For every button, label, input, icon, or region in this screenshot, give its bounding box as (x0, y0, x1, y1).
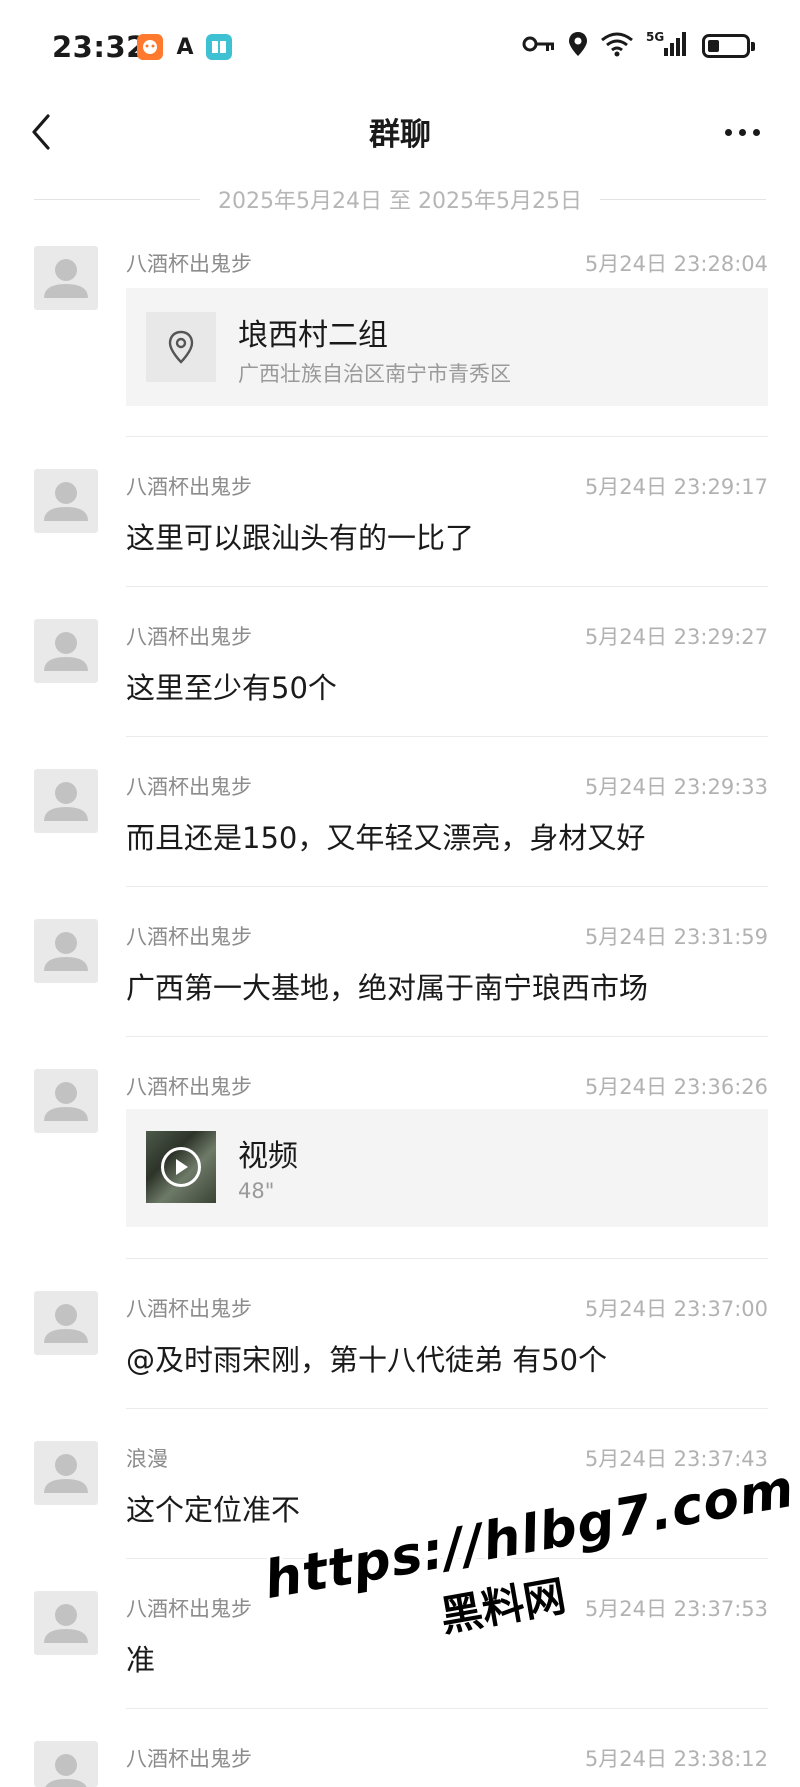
watermark: https://hlbg7.com 黑料网 (260, 1459, 799, 1673)
avatar[interactable] (34, 1069, 98, 1133)
message-time: 5月24日 23:38:12 (584, 1747, 768, 1771)
divider (126, 1258, 768, 1259)
video-thumbnail[interactable] (146, 1131, 216, 1203)
sender-name: 八酒杯出鬼步 (126, 925, 252, 949)
more-dots-icon (724, 128, 760, 136)
avatar[interactable] (34, 919, 98, 983)
video-duration: 48" (238, 1179, 275, 1203)
taobao-icon (137, 34, 163, 60)
location-icon (568, 31, 588, 61)
default-user-icon (45, 1754, 87, 1787)
sender-name: 浪漫 (126, 1447, 168, 1471)
avatar[interactable] (34, 1441, 98, 1505)
message-time: 5月24日 23:37:00 (584, 1297, 768, 1321)
date-range-label: 2025年5月24日 至 2025年5月25日 (218, 189, 582, 214)
network-label: 5G (646, 30, 664, 44)
divider (126, 586, 768, 587)
message-text: 这个定位准不 (126, 1493, 301, 1527)
default-user-icon (44, 782, 88, 821)
divider (126, 1036, 768, 1037)
wifi-icon (600, 31, 634, 61)
divider (34, 198, 201, 200)
status-bar: 23:32 A 5G (0, 0, 800, 96)
divider (126, 1408, 768, 1409)
location-card[interactable]: 埌西村二组 广西壮族自治区南宁市青秀区 (126, 288, 768, 406)
avatar[interactable] (34, 619, 98, 683)
message-text: 而且还是150，又年轻又漂亮，身材又好 (126, 821, 646, 855)
status-time: 23:32 (52, 30, 147, 64)
avatar[interactable] (34, 1291, 98, 1355)
divider (126, 436, 768, 437)
play-icon (161, 1147, 201, 1187)
message-time: 5月24日 23:31:59 (584, 925, 768, 949)
nav-bar: 群聊 (0, 96, 800, 166)
message-text: 这里可以跟汕头有的一比了 (126, 521, 475, 555)
sender-name: 八酒杯出鬼步 (126, 625, 252, 649)
font-a-icon: A (176, 34, 194, 60)
avatar[interactable] (34, 246, 98, 310)
default-user-icon (44, 632, 88, 671)
date-range-header: 2025年5月24日 至 2025年5月25日 (34, 182, 767, 216)
sender-name: 八酒杯出鬼步 (126, 475, 252, 499)
sender-name: 八酒杯出鬼步 (126, 252, 252, 276)
more-button[interactable] (714, 112, 770, 152)
default-user-icon (44, 1604, 88, 1643)
avatar[interactable] (34, 769, 98, 833)
default-user-icon (44, 1454, 88, 1493)
sender-name: 八酒杯出鬼步 (126, 775, 252, 799)
divider (126, 886, 768, 887)
signal-5g-icon: 5G (646, 30, 690, 62)
system-status: 5G (522, 30, 755, 62)
message-text: 广西第一大基地，绝对属于南宁琅西市场 (126, 971, 649, 1005)
sender-name: 八酒杯出鬼步 (126, 1747, 252, 1771)
message-text: 这里至少有50个 (126, 671, 337, 705)
message-time: 5月24日 23:28:04 (584, 252, 768, 276)
divider (126, 1708, 768, 1709)
avatar[interactable] (34, 469, 98, 533)
default-user-icon (44, 1082, 88, 1121)
default-user-icon (44, 482, 88, 521)
message-time: 5月24日 23:29:27 (584, 625, 768, 649)
battery-level (708, 40, 719, 52)
video-title: 视频 (238, 1139, 298, 1174)
message-time: 5月24日 23:29:17 (584, 475, 768, 499)
message-time: 5月24日 23:29:33 (584, 775, 768, 799)
location-title: 埌西村二组 (238, 318, 388, 353)
divider (126, 736, 768, 737)
location-address: 广西壮族自治区南宁市青秀区 (238, 362, 511, 386)
message-text: @及时雨宋刚，第十八代徒弟 有50个 (126, 1343, 608, 1377)
video-card[interactable]: 视频 48" (126, 1109, 768, 1227)
avatar[interactable] (34, 1741, 98, 1787)
sender-name: 八酒杯出鬼步 (126, 1075, 252, 1099)
message-time: 5月24日 23:36:26 (584, 1075, 768, 1099)
divider (599, 198, 767, 200)
location-pin-icon (146, 312, 216, 382)
default-user-icon (44, 259, 88, 298)
book-icon (206, 34, 232, 60)
default-user-icon (44, 1304, 88, 1343)
key-icon (522, 33, 556, 59)
default-user-icon (44, 932, 88, 971)
avatar[interactable] (34, 1591, 98, 1655)
sender-name: 八酒杯出鬼步 (126, 1297, 252, 1321)
sender-name: 八酒杯出鬼步 (126, 1597, 252, 1621)
page-title: 群聊 (369, 117, 431, 153)
message-text: 准 (126, 1643, 156, 1677)
battery-icon (702, 34, 755, 58)
